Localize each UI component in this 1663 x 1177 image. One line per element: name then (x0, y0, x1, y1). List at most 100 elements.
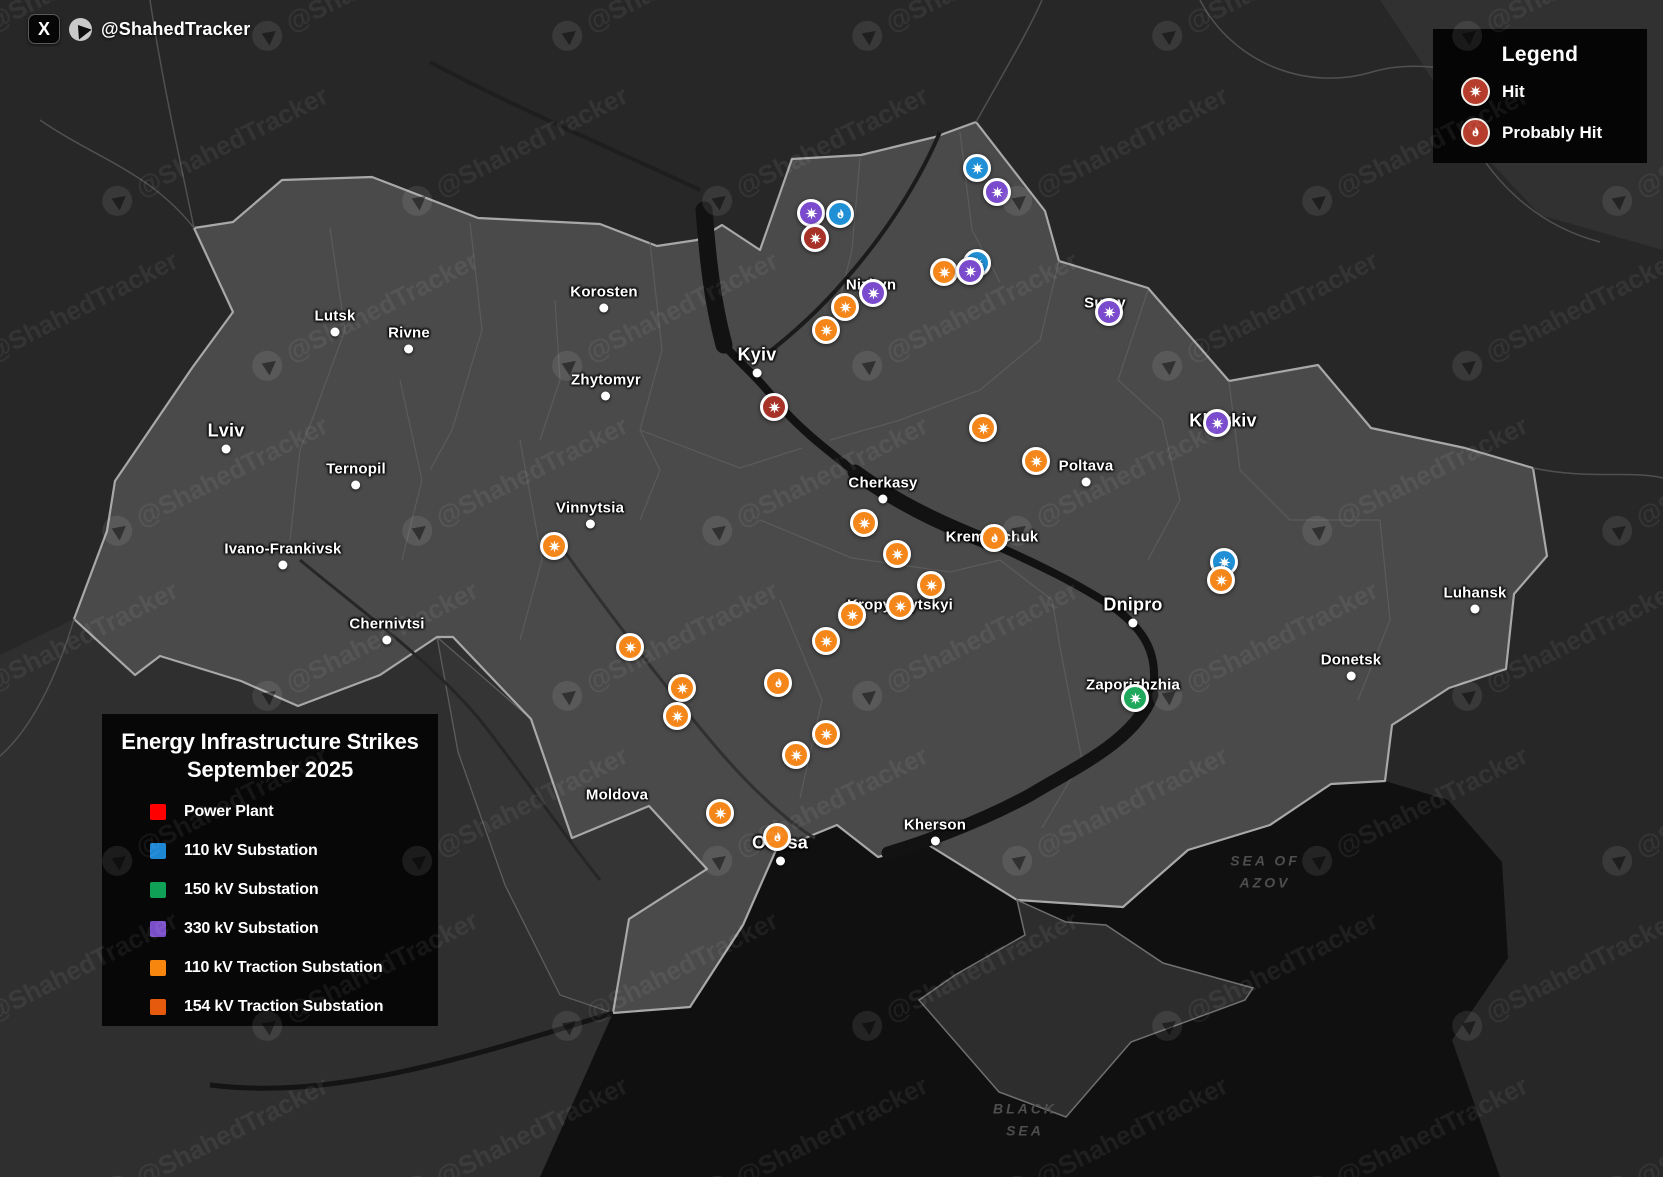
city-label: Vinnytsia (556, 500, 624, 517)
city-lviv: Lviv (208, 421, 245, 454)
city-label: Dnipro (1103, 595, 1162, 616)
strike-marker-substation_330-burst (1203, 409, 1231, 437)
city-kyiv: Kyiv (738, 345, 777, 378)
burst-icon (819, 727, 834, 742)
key-item-110-kv-traction-substation: 110 kV Traction Substation (150, 959, 438, 977)
city-dot (600, 304, 609, 313)
city-dot (1128, 619, 1137, 628)
city-moldova: Moldova (586, 787, 648, 804)
city-dot (330, 328, 339, 337)
burst-icon (976, 421, 991, 436)
legend-item-hit: Hit (1461, 77, 1647, 106)
city-dot (1347, 672, 1356, 681)
strike-marker-traction_110-burst (540, 532, 568, 560)
city-label: Lutsk (314, 308, 355, 325)
city-label: Cherkasy (848, 475, 917, 492)
burst-badge-icon (1461, 77, 1490, 106)
burst-icon (808, 231, 823, 246)
city-cherkasy: Cherkasy (848, 475, 917, 504)
burst-icon (623, 640, 638, 655)
color-swatch (150, 999, 166, 1015)
strike-marker-traction_110-burst (782, 741, 810, 769)
map-title: Energy Infrastructure Strikes September … (102, 714, 438, 783)
city-dot (601, 392, 610, 401)
burst-icon (866, 286, 881, 301)
strike-marker-traction_110-flame (763, 823, 791, 851)
city-label: Zhytomyr (571, 372, 641, 389)
infographic-canvas: SEA OFAZOVBLACKSEA LutskRivneKorostenZhy… (0, 0, 1663, 1177)
city-ivano-frankivsk: Ivano-Frankivsk (224, 541, 341, 570)
strike-marker-traction_110-flame (980, 524, 1008, 552)
burst-icon (547, 539, 562, 554)
city-zhytomyr: Zhytomyr (571, 372, 641, 401)
city-chernivtsi: Chernivtsi (349, 616, 424, 645)
flame-badge-icon (1461, 118, 1490, 147)
city-label: Luhansk (1443, 585, 1506, 602)
strike-marker-traction_110-burst (838, 601, 866, 629)
strike-marker-substation_330-burst (983, 178, 1011, 206)
strike-marker-traction_110-burst (850, 509, 878, 537)
shahedtracker-logo-icon (69, 18, 92, 41)
legend-items: HitProbably Hit (1433, 77, 1647, 147)
strike-marker-traction_110-burst (668, 674, 696, 702)
city-dot (1470, 605, 1479, 614)
key-item-330-kv-substation: 330 kV Substation (150, 920, 438, 938)
strike-marker-substation_330-burst (956, 257, 984, 285)
burst-icon (670, 709, 685, 724)
strike-marker-substation_330-burst (1095, 298, 1123, 326)
sea-label-black-sea: BLACKSEA (993, 1098, 1057, 1141)
city-dot (352, 481, 361, 490)
strike-marker-traction_110-burst (917, 571, 945, 599)
strike-marker-substation_330-burst (859, 279, 887, 307)
flame-icon (987, 531, 1002, 546)
key-item-power-plant: Power Plant (150, 803, 438, 821)
burst-icon (1210, 416, 1225, 431)
burst-icon (1128, 691, 1143, 706)
city-dot (279, 561, 288, 570)
burst-icon (857, 516, 872, 531)
strike-marker-traction_110-burst (706, 799, 734, 827)
burst-icon (767, 400, 782, 415)
burst-icon (838, 300, 853, 315)
map-title-line1: Energy Infrastructure Strikes (102, 728, 438, 756)
burst-icon (890, 547, 905, 562)
flame-icon (833, 207, 848, 222)
city-dnipro: Dnipro (1103, 595, 1162, 628)
color-swatch (150, 804, 166, 820)
color-swatch (150, 843, 166, 859)
burst-icon (1214, 573, 1229, 588)
flame-icon (770, 830, 785, 845)
strike-marker-substation_110-flame (826, 200, 854, 228)
strike-marker-substation_110-burst (963, 154, 991, 182)
burst-icon (819, 634, 834, 649)
city-korosten: Korosten (570, 284, 637, 313)
flame-icon (771, 676, 786, 691)
burst-icon (963, 264, 978, 279)
map-key-box: Energy Infrastructure Strikes September … (102, 714, 438, 1026)
burst-icon (845, 608, 860, 623)
city-label: Lviv (208, 421, 245, 442)
city-rivne: Rivne (388, 325, 430, 354)
strike-marker-traction_110-burst (616, 633, 644, 661)
key-item-label: 110 kV Traction Substation (184, 959, 382, 977)
strike-marker-traction_110-flame (764, 669, 792, 697)
city-dot (382, 636, 391, 645)
burst-icon (893, 599, 908, 614)
city-poltava: Poltava (1059, 458, 1114, 487)
burst-icon (1029, 454, 1044, 469)
key-item-154-kv-traction-substation: 154 kV Traction Substation (150, 998, 438, 1016)
city-vinnytsia: Vinnytsia (556, 500, 624, 529)
strike-marker-traction_110-burst (812, 627, 840, 655)
key-item-110-kv-substation: 110 kV Substation (150, 842, 438, 860)
city-label: Kherson (904, 817, 966, 834)
city-label: Poltava (1059, 458, 1114, 475)
strike-marker-substation_150-burst (1121, 684, 1149, 712)
key-item-label: 150 kV Substation (184, 881, 318, 899)
city-label: Rivne (388, 325, 430, 342)
city-label: Moldova (586, 787, 648, 804)
color-swatch (150, 960, 166, 976)
burst-icon (713, 806, 728, 821)
burst-icon (819, 323, 834, 338)
city-dot (879, 495, 888, 504)
x-logo-icon: X (28, 14, 60, 44)
